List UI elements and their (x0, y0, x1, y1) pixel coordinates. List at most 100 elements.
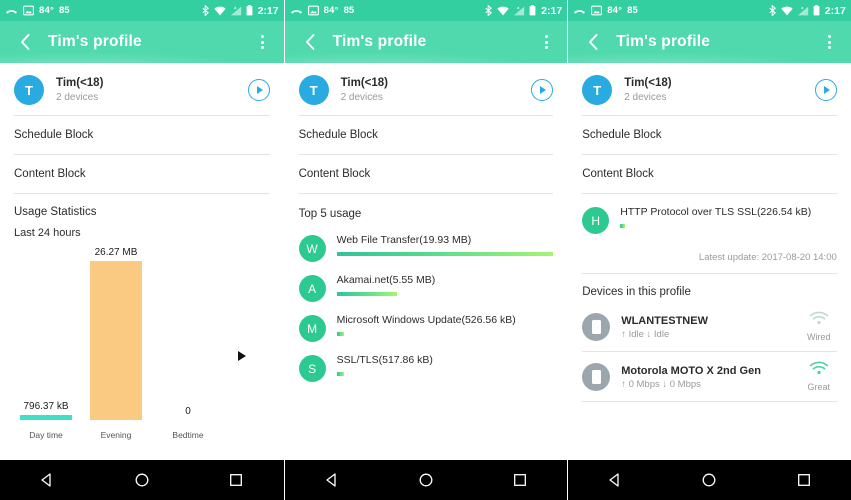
android-nav-bar (568, 460, 851, 500)
android-nav-bar (284, 460, 568, 500)
status-temperature: 84° (39, 5, 54, 16)
usage-bar-fill (620, 224, 625, 228)
profile-name: Tim(<18) (56, 76, 104, 89)
usage-item-label: HTTP Protocol over TLS SSL(226.54 kB) (620, 206, 812, 218)
device-row[interactable]: Motorola MOTO X 2nd Gen ↑ 0 Mbps ↓ 0 Mbps… (568, 352, 851, 401)
play-icon[interactable] (531, 79, 554, 101)
status-number: 85 (343, 5, 355, 16)
usage-avatar: M (298, 315, 326, 342)
device-icon (582, 362, 611, 391)
content-block-row[interactable]: Content Block (568, 155, 851, 193)
phone-screen-2: 84° 85 2:17 Tim's profile T Tim(<18) 2 d… (283, 0, 568, 500)
bluetooth-icon (769, 4, 777, 17)
bar-category-label: Bedtime (172, 430, 204, 440)
play-icon[interactable] (814, 79, 837, 101)
screenshot-triptych: 84° 85 2:17 Tim's profile T Tim(<18) 2 d… (0, 0, 851, 500)
bluetooth-icon (202, 4, 210, 17)
top5-usage-list: W Web File Transfer(19.93 MB) A Akamai.net(… (285, 220, 568, 384)
profile-device-count: 2 devices (340, 91, 383, 103)
overflow-menu-icon[interactable] (250, 25, 276, 59)
profile-name: Tim(<18) (340, 76, 388, 89)
top5-usage-title: Top 5 usage (298, 208, 362, 220)
wifi-icon (497, 6, 509, 16)
content-block-row[interactable]: Content Block (0, 155, 284, 193)
nav-back-icon[interactable] (27, 460, 67, 500)
screen-body: T Tim(<18) 2 devices Schedule Block Cont… (284, 63, 568, 460)
bar-category-label: Day time (29, 430, 63, 440)
device-throughput: ↑ 0 Mbps ↓ 0 Mbps (621, 378, 701, 390)
usage-statistics-section: Usage Statistics Last 24 hours (0, 194, 284, 239)
avatar: T (582, 75, 613, 105)
usage-item-label: SSL/TLS(517.86 kB) (336, 354, 433, 366)
profile-device-count: 2 devices (56, 91, 99, 103)
screenshot-icon (23, 5, 34, 16)
signal-icon (513, 6, 525, 16)
app-toolbar: Tim's profile (0, 21, 284, 63)
nav-home-icon[interactable] (406, 460, 446, 500)
status-bar: 84° 85 2:17 (568, 0, 851, 21)
app-toolbar: Tim's profile (284, 21, 568, 63)
usage-avatar: H (582, 207, 610, 234)
battery-icon (529, 5, 536, 16)
call-ended-icon (573, 6, 586, 16)
usage-list-item[interactable]: S SSL/TLS(517.86 kB) (285, 344, 568, 384)
content-block-row[interactable]: Content Block (285, 155, 568, 193)
avatar: T (298, 75, 329, 105)
battery-icon (813, 5, 820, 16)
usage-bar-fill (336, 332, 345, 336)
back-chevron-icon[interactable] (8, 25, 42, 59)
profile-header[interactable]: T Tim(<18) 2 devices (0, 63, 284, 115)
back-chevron-icon[interactable] (576, 25, 610, 59)
signal-icon (230, 6, 242, 16)
usage-avatar: A (298, 275, 326, 302)
schedule-block-row[interactable]: Schedule Block (285, 116, 568, 154)
status-number: 85 (58, 5, 70, 16)
schedule-block-row[interactable]: Schedule Block (0, 116, 284, 154)
app-toolbar: Tim's profile (568, 21, 851, 63)
wifi-signal-icon (809, 311, 828, 325)
chart-scroll-cursor[interactable] (237, 351, 246, 361)
bar-group: 0 (162, 247, 214, 420)
wifi-signal-icon (809, 361, 828, 375)
nav-recents-icon[interactable] (500, 460, 540, 500)
status-number: 85 (627, 5, 638, 16)
usage-list-item[interactable]: H HTTP Protocol over TLS SSL(226.54 kB) (568, 198, 851, 236)
device-row[interactable]: WLANTESTNEW ↑ Idle ↓ Idle Wired (568, 302, 851, 351)
device-name: Motorola MOTO X 2nd Gen (621, 364, 761, 377)
schedule-block-row[interactable]: Schedule Block (568, 116, 851, 154)
device-signal-label: Great (807, 382, 831, 392)
usage-list-item[interactable]: A Akamai.net(5.55 MB) (285, 264, 568, 304)
profile-device-count: 2 devices (624, 91, 667, 103)
nav-back-icon[interactable] (595, 460, 635, 500)
nav-home-icon[interactable] (122, 460, 162, 500)
profile-name: Tim(<18) (624, 76, 672, 89)
profile-header[interactable]: T Tim(<18) 2 devices (285, 63, 568, 115)
page-title: Tim's profile (616, 33, 711, 50)
device-signal: Great (801, 361, 837, 392)
bar (90, 261, 142, 420)
usage-avatar: W (298, 235, 326, 262)
nav-back-icon[interactable] (312, 460, 352, 500)
bar-group: 796.37 kB (20, 247, 72, 420)
top5-usage-list-tail: H HTTP Protocol over TLS SSL(226.54 kB) (568, 194, 851, 236)
usage-list-item[interactable]: W Web File Transfer(19.93 MB) (285, 224, 568, 264)
android-nav-bar (0, 460, 284, 500)
devices-list: WLANTESTNEW ↑ Idle ↓ Idle Wired Motorola MO… (568, 302, 851, 402)
overflow-menu-icon[interactable] (817, 25, 843, 59)
usage-bar-fill (336, 372, 344, 376)
latest-update-label: Latest update: 2017-08-20 14:00 (698, 252, 837, 263)
call-ended-icon (5, 6, 18, 16)
back-chevron-icon[interactable] (293, 25, 327, 59)
usage-statistics-title: Usage Statistics (14, 206, 97, 218)
nav-recents-icon[interactable] (216, 460, 256, 500)
phone-screen-1: 84° 85 2:17 Tim's profile T Tim(<18) 2 d… (0, 0, 284, 500)
nav-recents-icon[interactable] (784, 460, 824, 500)
usage-item-label: Microsoft Windows Update(526.56 kB) (336, 314, 516, 326)
top5-usage-section: Top 5 usage (285, 194, 568, 220)
overflow-menu-icon[interactable] (533, 25, 559, 59)
wifi-icon (781, 6, 793, 16)
profile-header[interactable]: T Tim(<18) 2 devices (568, 63, 851, 115)
usage-list-item[interactable]: M Microsoft Windows Update(526.56 kB) (285, 304, 568, 344)
nav-home-icon[interactable] (689, 460, 729, 500)
play-icon[interactable] (247, 79, 270, 101)
